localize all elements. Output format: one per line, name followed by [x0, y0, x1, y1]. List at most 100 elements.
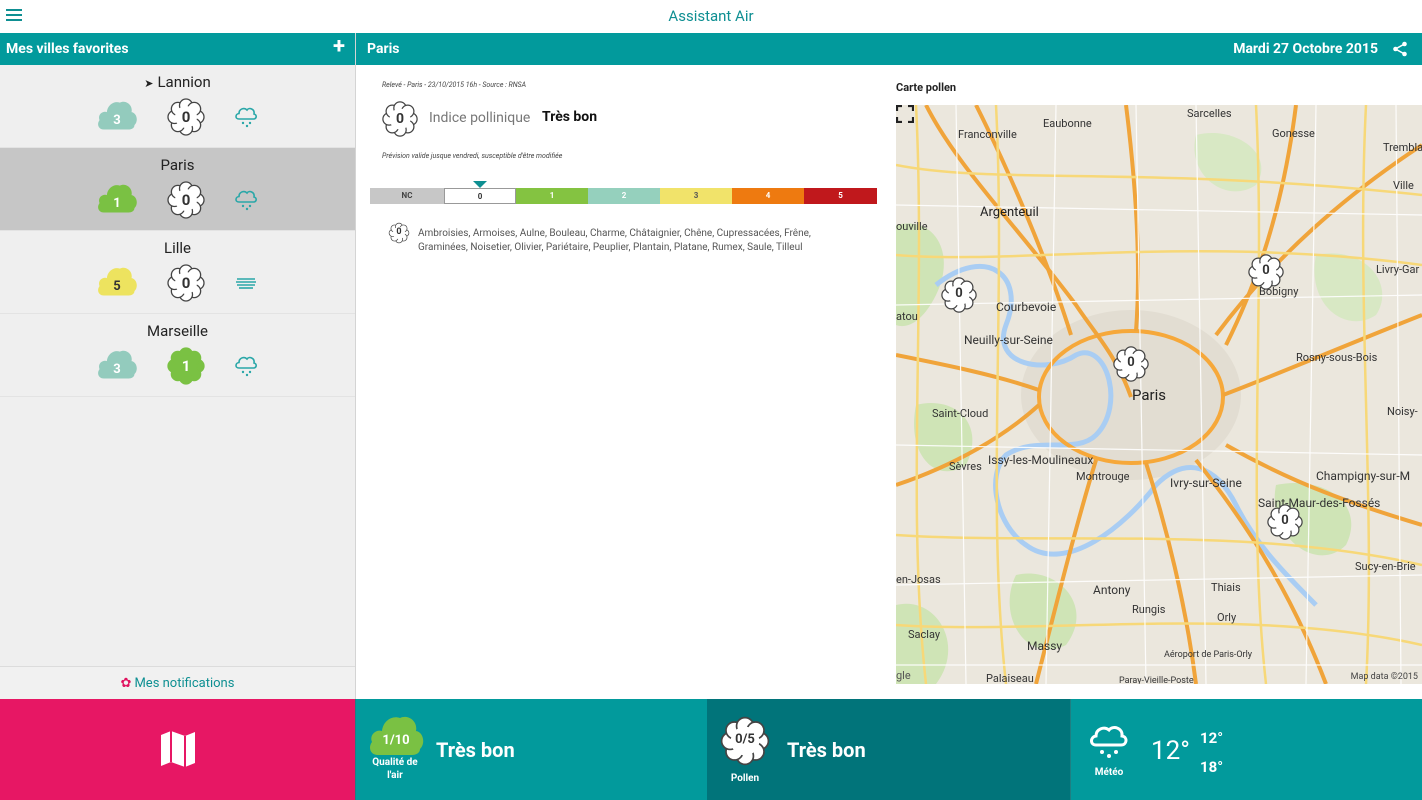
map-button[interactable]	[0, 699, 355, 800]
city-item[interactable]: Marseille 3 1	[0, 314, 355, 397]
city-item[interactable]: Lille 5 0	[0, 231, 355, 314]
air-quality-cloud-icon: 3	[96, 348, 138, 380]
city-indicators: 10	[96, 180, 266, 220]
map-label: Paris	[1132, 386, 1167, 404]
scale-segment: NC	[370, 188, 444, 204]
map-label: Livry-Gar	[1376, 263, 1420, 276]
pollen-flower-icon: 0	[166, 97, 206, 137]
releve-info: Relevé - Paris - 23/10/2015 16h - Source…	[382, 81, 527, 89]
map-marker-value: 0	[1262, 263, 1270, 278]
pollen-index-quality: Très bon	[542, 109, 598, 125]
fog-icon	[234, 271, 258, 295]
map-pollen-marker[interactable]: 0	[1247, 253, 1285, 291]
scale-segment: 3	[660, 188, 732, 204]
location-arrow-icon: ➤	[144, 77, 154, 90]
scale-pointer-icon	[473, 181, 487, 188]
max-temperature: 18°	[1200, 758, 1224, 776]
map-label: Issy-les-Moulineaux	[988, 453, 1094, 467]
current-temperature: 12°	[1151, 736, 1190, 766]
rain-icon	[234, 105, 258, 129]
scale-segment: 5	[804, 188, 877, 204]
map-label: Rungis	[1132, 603, 1166, 616]
map-label: ouville	[896, 220, 928, 233]
city-name: ➤ Lannion	[144, 73, 211, 91]
favorites-panel: Mes villes favorites + ➤ Lannion 3 0 Paris 1 0…	[0, 33, 355, 699]
map-label: Sèvres	[949, 460, 982, 473]
map-label: Orly	[1217, 611, 1237, 624]
map-pollen-marker[interactable]: 0	[1112, 345, 1150, 383]
map-label: Champigny-sur-M	[1316, 469, 1411, 483]
pollen-flower-icon: 1	[166, 346, 206, 386]
air-quality-text: Très bon	[436, 738, 515, 762]
map-label: Eaubonne	[1043, 117, 1092, 130]
pollen-label: Pollen	[730, 773, 760, 784]
map-label: Sucy-en-Brie	[1355, 560, 1416, 573]
pollen-quality-text: Très bon	[787, 738, 866, 762]
favorites-header: Mes villes favorites +	[0, 33, 355, 65]
add-city-button[interactable]: +	[333, 36, 345, 58]
pollen-value: 1	[181, 357, 191, 375]
pollen-value: 0	[181, 191, 191, 209]
map-label: Gonesse	[1272, 127, 1315, 140]
pollen-index-value: 0	[395, 111, 405, 127]
prevision-note: Prévision valide jusque vendredi, suscep…	[382, 152, 563, 160]
map-marker-value: 0	[1127, 355, 1135, 370]
pollen-flower-icon: 0	[166, 263, 206, 303]
map-label: Courbevoie	[996, 300, 1057, 314]
google-logo: gle	[896, 669, 911, 682]
city-indicators: 30	[96, 97, 266, 137]
species-value: 0	[396, 227, 402, 237]
city-item[interactable]: ➤ Lannion 3 0	[0, 65, 355, 148]
air-quality-cloud-icon: 1	[96, 182, 138, 214]
map-label: Thiais	[1211, 581, 1241, 594]
map-label: Ville	[1393, 179, 1414, 192]
share-icon[interactable]	[1392, 41, 1408, 57]
city-name: Paris	[160, 156, 195, 174]
pollen-value: 0	[181, 274, 191, 292]
min-temperature: 12°	[1200, 729, 1224, 747]
air-quality-value: 5	[113, 279, 121, 294]
air-quality-tile[interactable]: 1/10 Qualité de l'air Très bon	[355, 699, 707, 800]
pollen-tile[interactable]: 0/5 Pollen Très bon	[707, 699, 1070, 800]
current-date: Mardi 27 Octobre 2015	[1233, 41, 1378, 57]
air-quality-cloud-icon: 3	[96, 99, 138, 131]
main-content: Relevé - Paris - 23/10/2015 16h - Source…	[356, 65, 1422, 699]
map-label: Franconville	[958, 128, 1017, 141]
map-pollen-marker[interactable]: 0	[940, 276, 978, 314]
meteo-tile[interactable]: Météo 12° 12° 18°	[1070, 699, 1422, 800]
app-title: Assistant Air	[668, 7, 754, 25]
favorites-title: Mes villes favorites	[6, 41, 129, 57]
main-header: Paris Mardi 27 Octobre 2015	[356, 33, 1422, 65]
species-list: Ambroisies, Armoises, Aulne, Bouleau, Ch…	[418, 228, 811, 253]
pollen-index-label: Indice pollinique	[429, 110, 531, 126]
map-title: Carte pollen	[896, 81, 957, 94]
pollen-map[interactable]: Sarcelles Franconville Eaubonne Gonesse …	[896, 105, 1422, 684]
notifications-link[interactable]: ✿ Mes notifications	[0, 666, 355, 699]
pollen-value: 0/5	[735, 732, 755, 747]
scale-segment: 4	[732, 188, 804, 204]
map-label: Argenteuil	[980, 205, 1039, 220]
rain-icon	[234, 188, 258, 212]
map-pollen-marker[interactable]: 0	[1266, 503, 1304, 541]
map-attribution: Map data ©2015	[1350, 672, 1418, 682]
map-label: Neuilly-sur-Seine	[964, 333, 1053, 347]
map-label: Aéroport de Paris-Orly	[1164, 650, 1253, 660]
pollen-value: 0	[181, 108, 191, 126]
air-quality-cloud-icon: 5	[96, 265, 138, 297]
air-quality-label: Qualité de l'air	[372, 757, 418, 781]
current-city-title: Paris	[367, 41, 400, 57]
map-label: atou	[896, 310, 918, 323]
pollen-flower-icon: 0	[166, 180, 206, 220]
air-quality-value: 1/10	[382, 733, 410, 748]
pollen-scale: NC 0 1 2 3 4 5	[370, 181, 882, 204]
map-label: Palaiseau	[986, 672, 1034, 684]
map-label: Noisy-	[1387, 405, 1418, 418]
scale-segment: 2	[588, 188, 660, 204]
scale-segment: 0	[444, 188, 516, 204]
species-flower-icon: 0	[388, 222, 410, 244]
air-quality-value: 3	[113, 362, 121, 377]
map-label: Saint-Cloud	[932, 407, 989, 420]
city-item[interactable]: Paris 1 0	[0, 148, 355, 231]
fullscreen-icon[interactable]	[896, 105, 914, 123]
gear-icon: ✿	[120, 676, 132, 691]
